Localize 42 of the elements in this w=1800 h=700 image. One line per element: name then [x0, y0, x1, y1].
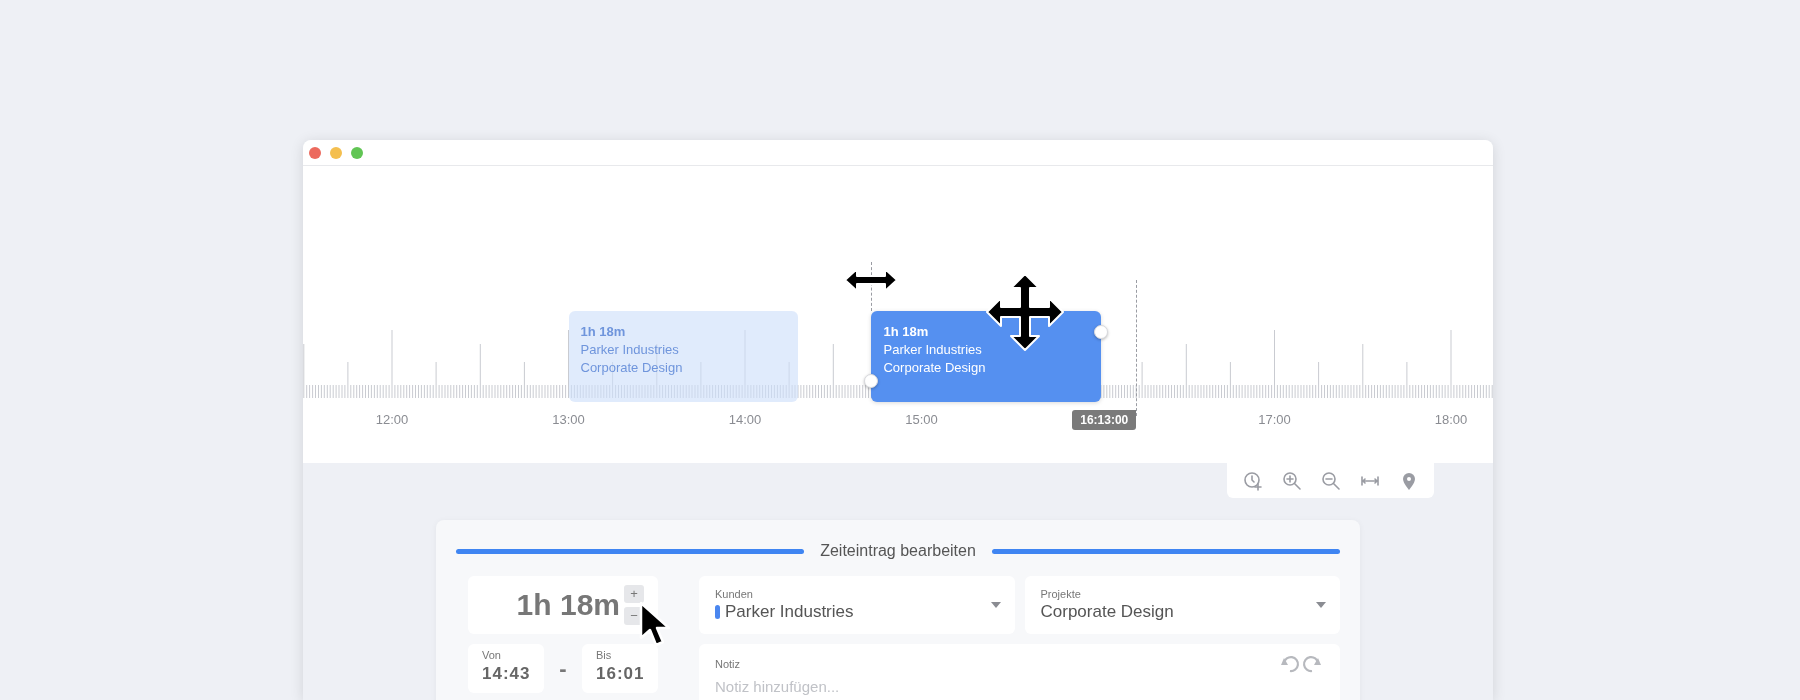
time-value: 14:43 [482, 664, 532, 684]
minimize-button[interactable] [330, 146, 342, 159]
dropdown-value: Corporate Design [1040, 602, 1174, 622]
field-label: Von [482, 649, 502, 661]
field-label: Kunden [715, 588, 754, 600]
entry-project: Corporate Design [580, 359, 684, 377]
field-label: Projekte [1040, 588, 1082, 600]
field-label: Notiz [715, 658, 741, 670]
hour-label: 13:00 [552, 412, 585, 427]
close-button[interactable] [309, 146, 321, 159]
clock-add-icon [1242, 470, 1263, 491]
redo-icon[interactable] [1302, 654, 1324, 674]
time-separator: - [559, 655, 567, 682]
caret-icon [1316, 602, 1326, 608]
resize-handle[interactable] [864, 374, 879, 388]
start-time-field[interactable]: Von 14:43 [468, 644, 544, 693]
hour-label: 18:00 [1434, 412, 1468, 427]
hour-label: 12:00 [375, 412, 409, 427]
hour-label: 14:00 [728, 412, 762, 427]
time-entry-block[interactable]: 1h 18m Parker Industries Corporate Design [871, 311, 1101, 402]
end-time-field[interactable]: Bis 16:01 [582, 644, 658, 693]
entry-project: Corporate Design [883, 359, 987, 377]
entry-client: Parker Industries [883, 341, 983, 359]
time-value: 16:01 [596, 664, 646, 684]
editor-title: Zeiteintrag bearbeiten [820, 542, 976, 560]
hour-label: 15:00 [905, 412, 938, 427]
dropdown-value: Parker Industries [725, 602, 854, 622]
entry-duration: 1h 18m [580, 323, 627, 341]
field-label: Bis [596, 649, 613, 661]
hour-label: 17:00 [1258, 412, 1291, 427]
duration-value: 1h 18m [516, 588, 620, 622]
caret-icon [990, 602, 1001, 608]
entry-duration: 1h 18m [883, 323, 930, 341]
time-marker-badge: 16:13:00 [1072, 410, 1137, 430]
undo-icon[interactable] [1278, 654, 1300, 674]
zoom-out-icon [1320, 470, 1341, 491]
zoom-in-icon [1281, 470, 1302, 491]
zoom-button[interactable] [351, 146, 363, 159]
client-dropdown[interactable]: Kunden Parker Industries [699, 576, 1015, 634]
project-dropdown[interactable]: Projekte Corporate Design [1024, 576, 1340, 634]
increment-button[interactable]: + [624, 585, 644, 603]
entry-client: Parker Industries [580, 341, 680, 359]
